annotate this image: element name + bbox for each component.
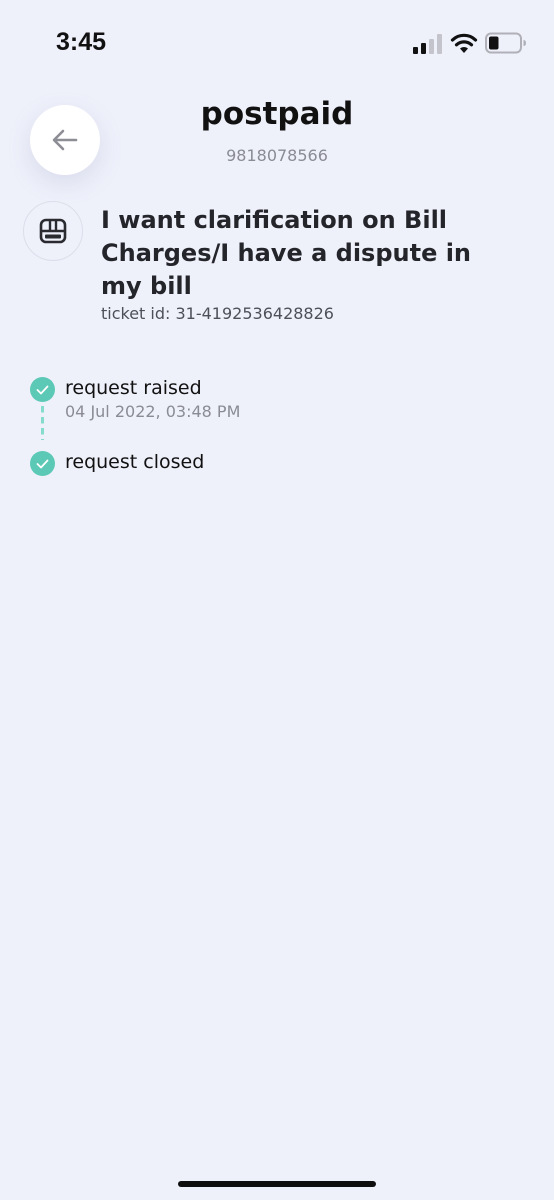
page-title: postpaid xyxy=(200,96,354,132)
sim-card-icon xyxy=(39,218,67,244)
ticket-id: ticket id: 31-4192536428826 xyxy=(101,304,334,323)
step-complete-badge xyxy=(30,451,55,476)
ticket-title: I want clarification on Bill Charges/I h… xyxy=(101,206,472,300)
status-time: 3:45 xyxy=(56,28,107,56)
status-bar: 3:45 xyxy=(0,0,554,90)
step-date-raised: 04 Jul 2022, 03:48 PM xyxy=(65,402,241,421)
home-indicator[interactable] xyxy=(178,1181,376,1187)
check-icon xyxy=(36,459,49,468)
step-label-raised: request raised xyxy=(65,377,202,399)
cellular-signal-icon xyxy=(413,34,442,54)
check-icon xyxy=(36,385,49,394)
wifi-icon xyxy=(450,33,478,53)
step-complete-badge xyxy=(30,377,55,402)
ticket-category-badge xyxy=(23,201,83,261)
step-label-closed: request closed xyxy=(65,451,205,473)
battery-icon xyxy=(485,32,526,54)
phone-number: 9818078566 xyxy=(226,146,328,165)
timeline-connector xyxy=(41,406,44,440)
